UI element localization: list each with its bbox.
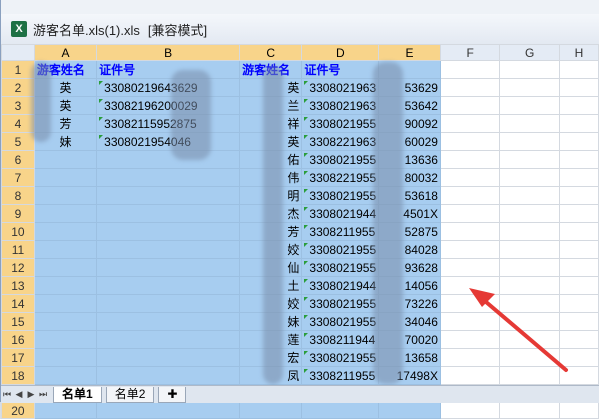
last-sheet-icon[interactable]: ⏭ <box>37 389 49 400</box>
next-sheet-icon[interactable]: ▶ <box>25 389 37 400</box>
table-row: 20 <box>1 402 599 419</box>
grid-cell[interactable] <box>301 402 380 419</box>
row-header[interactable]: 20 <box>1 402 35 419</box>
sheet-tab[interactable]: 名单1 <box>53 386 102 403</box>
grid-cell[interactable] <box>499 402 560 419</box>
grid-cell[interactable] <box>96 402 241 419</box>
sheet-tab-bar: ⏮ ◀ ▶ ⏭ 名单1 名单2 ✚ <box>1 385 599 403</box>
excel-window: X 游客名单.xls(1).xls [兼容模式] ABCDEFGH 1 游客姓名证… <box>0 0 599 419</box>
grid-cell[interactable] <box>439 402 501 419</box>
prev-sheet-icon[interactable]: ◀ <box>13 389 25 400</box>
first-sheet-icon[interactable]: ⏮ <box>1 389 13 400</box>
insert-sheet-icon[interactable]: ✚ <box>158 386 187 403</box>
red-arrow-annotation <box>469 288 568 372</box>
grid-cell[interactable] <box>33 402 98 419</box>
grid-cell[interactable] <box>558 402 599 419</box>
sheet-tab[interactable]: 名单2 <box>105 386 155 403</box>
grid-cell[interactable] <box>378 402 441 419</box>
grid-cell[interactable] <box>239 402 303 419</box>
